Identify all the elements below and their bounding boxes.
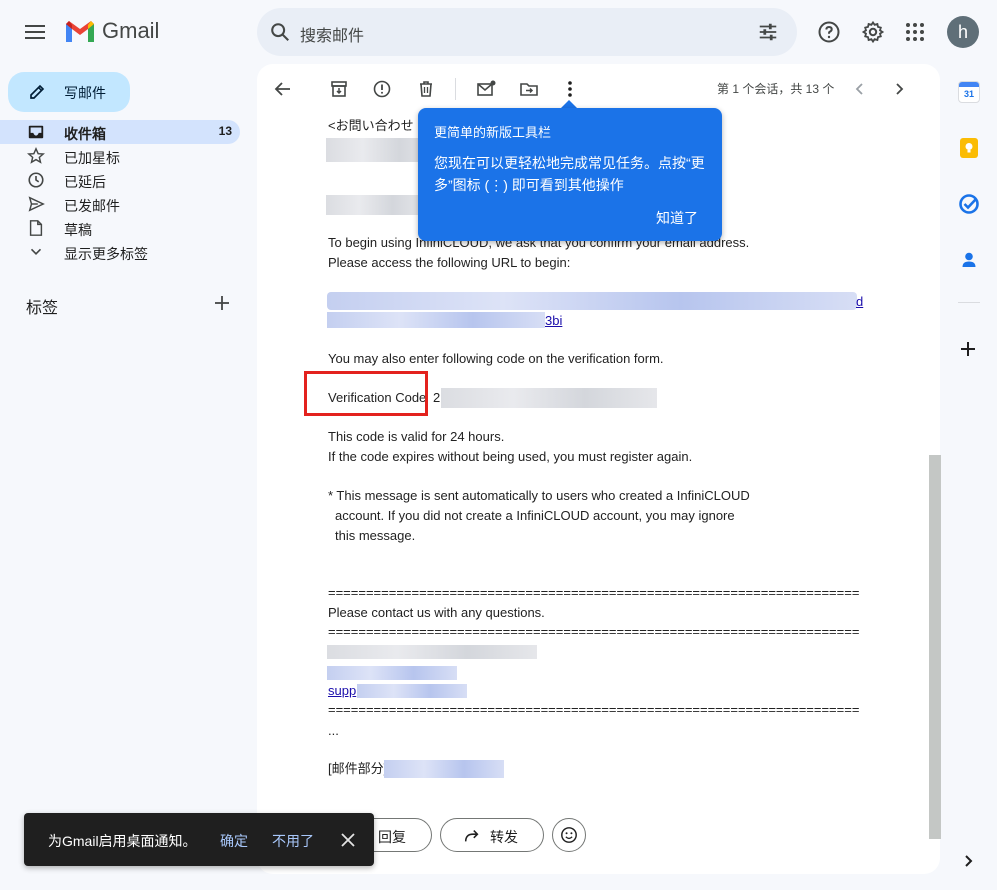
chevron-down-icon <box>30 248 42 255</box>
tasks-icon[interactable] <box>958 193 980 215</box>
email-note-line2: account. If you did not create a InfiniC… <box>335 508 735 523</box>
forward-label: 转发 <box>490 829 518 845</box>
email-ellipsis[interactable]: ... <box>328 721 339 741</box>
contacts-icon[interactable] <box>958 249 980 271</box>
separator-line: ========================================… <box>328 585 859 600</box>
gmail-logo[interactable]: Gmail <box>64 18 159 44</box>
chevron-left-icon[interactable] <box>850 79 870 99</box>
app-name: Gmail <box>102 18 160 43</box>
mark-unread-icon[interactable] <box>476 79 496 99</box>
snackbar-message: 为Gmail启用桌面通知。 <box>48 833 197 849</box>
redacted-url[interactable] <box>327 292 857 310</box>
inbox-unread-count: 13 <box>218 124 232 138</box>
gmail-m-icon <box>66 21 94 42</box>
support-link-prefix[interactable]: supp <box>328 681 356 701</box>
conversation-pager: 第 1 个会话，共 13 个 <box>717 82 835 96</box>
tooltip-arrow <box>561 100 577 108</box>
scrollbar-thumb[interactable] <box>929 455 941 839</box>
reply-label: 回复 <box>378 829 406 845</box>
draft-icon <box>29 220 43 236</box>
snackbar-confirm-button[interactable]: 确定 <box>220 831 248 851</box>
sidebar-item-label: 已加星标 <box>64 150 120 166</box>
sidebar-item-starred[interactable]: 已加星标 <box>0 144 240 168</box>
account-avatar[interactable]: h <box>947 16 979 48</box>
snackbar-dismiss-button[interactable]: 不用了 <box>272 831 314 851</box>
keep-icon[interactable] <box>958 137 980 159</box>
help-icon[interactable] <box>817 20 841 44</box>
tip-body: 您现在可以更轻松地完成常见任务。点按“更多”图标 (⋮) 即可看到其他操作 <box>434 155 705 193</box>
verification-code-first-char: 2 <box>433 390 441 405</box>
search-icon[interactable] <box>269 21 291 43</box>
apps-grid-icon[interactable] <box>903 20 927 44</box>
toolbar-tip-popup: 更简单的新版工具栏 您现在可以更轻松地完成常见任务。点按“更多”图标 (⋮) 即… <box>418 108 722 241</box>
desktop-notification-snackbar: 为Gmail启用桌面通知。 确定 不用了 <box>24 813 374 866</box>
email-note-line3: this message. <box>335 528 416 543</box>
forward-button[interactable]: 转发 <box>440 818 544 852</box>
move-to-icon[interactable] <box>519 79 539 99</box>
more-vert-icon[interactable] <box>560 79 580 99</box>
sidebar-item-drafts[interactable]: 草稿 <box>0 216 240 240</box>
email-dept-prefix: [邮件部分] <box>328 761 388 776</box>
sidebar-item-label: 显示更多标签 <box>64 246 148 262</box>
sidebar-item-label: 收件箱 <box>64 126 106 142</box>
calendar-icon[interactable]: 31 <box>958 81 980 103</box>
emoji-reaction-button[interactable] <box>552 818 586 852</box>
panel-divider <box>958 302 980 303</box>
url-fragment[interactable]: 3bi <box>545 311 562 331</box>
sidebar-item-label: 已延后 <box>64 174 106 190</box>
separator-line: ========================================… <box>328 702 859 717</box>
email-valid-line2: If the code expires without being used, … <box>328 449 693 464</box>
redacted-email[interactable] <box>357 684 467 698</box>
email-begin-line2: Please access the following URL to begin… <box>328 255 571 270</box>
sidebar-item-inbox[interactable]: 收件箱 13 <box>0 120 240 144</box>
add-label-icon[interactable] <box>212 293 232 313</box>
sidebar-item-sent[interactable]: 已发邮件 <box>0 192 240 216</box>
report-spam-icon[interactable] <box>372 79 392 99</box>
email-contact-line: Please contact us with any questions. <box>328 605 545 620</box>
highlight-box <box>304 371 428 416</box>
get-addons-plus-icon[interactable] <box>958 339 978 359</box>
email-code-intro: You may also enter following code on the… <box>328 351 664 366</box>
sidebar-item-more[interactable]: 显示更多标签 <box>0 240 240 264</box>
settings-gear-icon[interactable] <box>861 20 885 44</box>
email-inquiry-line: <お問い合わせ <box>328 118 414 133</box>
tip-ok-button[interactable]: 知道了 <box>656 208 698 228</box>
tip-title: 更简单的新版工具栏 <box>434 125 552 140</box>
clock-icon <box>28 172 44 188</box>
archive-icon[interactable] <box>329 79 349 99</box>
main-menu-icon[interactable] <box>22 20 50 44</box>
url-fragment[interactable]: d <box>856 292 863 312</box>
redacted-block <box>326 195 426 215</box>
email-valid-line1: This code is valid for 24 hours. <box>328 429 505 444</box>
labels-heading: 标签 <box>26 300 59 317</box>
sidebar-item-label: 已发邮件 <box>64 198 120 214</box>
compose-button[interactable]: 写邮件 <box>8 72 130 112</box>
redacted-block <box>327 666 457 680</box>
delete-trash-icon[interactable] <box>416 79 436 99</box>
search-options-icon[interactable] <box>757 21 779 43</box>
toolbar-divider <box>455 78 456 100</box>
redacted-block <box>384 760 504 778</box>
star-icon <box>27 147 45 164</box>
chevron-right-icon[interactable] <box>889 79 909 99</box>
expand-panel-chevron-icon[interactable] <box>960 853 976 869</box>
forward-arrow-icon <box>464 830 479 842</box>
close-icon[interactable] <box>340 832 356 848</box>
redacted-verification-code <box>441 388 657 408</box>
email-note-line1: * This message is sent automatically to … <box>328 488 750 503</box>
sidebar-item-label: 草稿 <box>64 222 92 238</box>
search-input[interactable]: 搜索邮件 <box>300 22 364 46</box>
inbox-icon <box>28 125 44 139</box>
search-bar[interactable]: 搜索邮件 <box>257 8 797 56</box>
redacted-block <box>327 645 537 659</box>
sidebar-item-snoozed[interactable]: 已延后 <box>0 168 240 192</box>
compose-label: 写邮件 <box>64 85 106 101</box>
pencil-icon <box>30 84 45 99</box>
smiley-icon <box>561 827 577 843</box>
separator-line: ========================================… <box>328 624 859 639</box>
back-arrow-icon[interactable] <box>273 79 293 99</box>
redacted-url[interactable] <box>327 312 545 328</box>
send-icon <box>28 196 45 212</box>
calendar-day: 31 <box>963 89 974 99</box>
